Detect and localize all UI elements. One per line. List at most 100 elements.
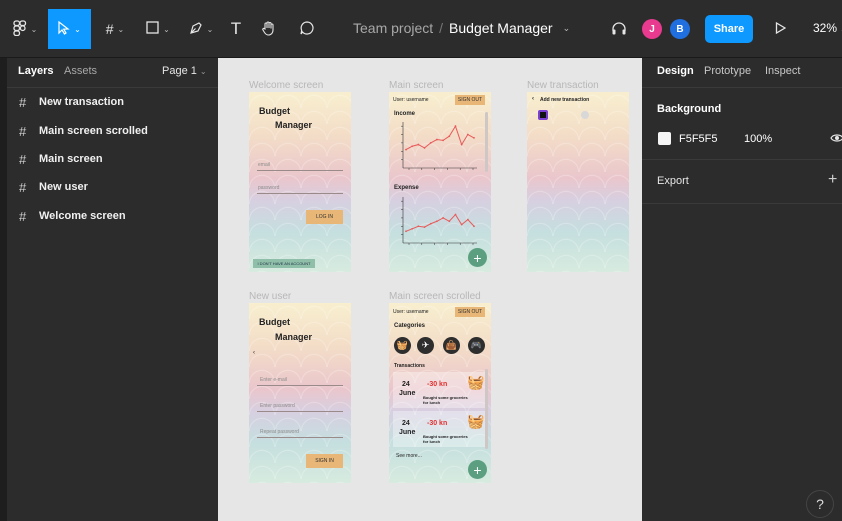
income-toggle[interactable] (581, 111, 589, 119)
pen-icon (189, 21, 203, 38)
data-point (448, 135, 451, 138)
toggle-indicator (540, 112, 546, 118)
layer-item[interactable]: # New transaction (19, 94, 124, 110)
audio-button[interactable] (608, 14, 630, 44)
plus-icon: + (473, 249, 482, 266)
frame-label[interactable]: Main screen scrolled (389, 291, 481, 302)
add-transaction-button[interactable]: + (468, 248, 487, 267)
move-tool-button[interactable]: ⌄ (48, 9, 91, 49)
tab-inspect[interactable]: Inspect (765, 65, 800, 77)
data-point (423, 147, 426, 149)
data-point (417, 143, 420, 146)
see-more-link[interactable]: See more... (396, 453, 422, 459)
background-color-swatch[interactable] (658, 132, 671, 145)
frame-main-screen[interactable]: User: username SIGN OUT Income Expense + (389, 92, 491, 272)
frame-new-user[interactable]: Budget Manager ‹ Enter e-mail Enter pass… (249, 303, 351, 483)
figma-logo-icon (12, 19, 27, 39)
list-item[interactable]: 24 June -30 kn Bought some groceries for… (393, 411, 485, 447)
user-label: User: username (393, 97, 429, 103)
help-button[interactable]: ? (806, 490, 834, 518)
scrollbar[interactable] (485, 112, 488, 172)
tab-prototype[interactable]: Prototype (704, 65, 751, 77)
zoom-level[interactable]: 32%⌄ (813, 21, 842, 35)
gaming-category-icon[interactable]: 🎮 (468, 337, 485, 354)
tab-layers[interactable]: Layers (18, 65, 53, 77)
headphones-icon (611, 21, 627, 38)
background-opacity-input[interactable]: 100% (744, 133, 772, 145)
login-button[interactable]: LOG IN (306, 210, 343, 224)
password-field[interactable]: password (258, 185, 279, 191)
layer-item[interactable]: # New user (19, 179, 88, 195)
frame-label[interactable]: Main screen (389, 80, 443, 91)
frame-label[interactable]: New transaction (527, 80, 599, 91)
no-account-button[interactable]: I DON'T HAVE AN ACCOUNT (253, 259, 315, 268)
eye-icon[interactable] (830, 132, 842, 147)
repeat-password-field[interactable]: Repeat password (260, 429, 299, 435)
comment-tool-button[interactable] (294, 14, 320, 44)
background-hex-input[interactable]: F5F5F5 (679, 133, 718, 145)
rectangle-icon (146, 21, 159, 37)
chevron-down-icon: ⌄ (199, 67, 207, 76)
main-menu-button[interactable]: ⌄ (7, 14, 43, 44)
data-point (417, 225, 420, 228)
plus-icon: + (473, 461, 482, 478)
sign-in-button[interactable]: SIGN IN (306, 454, 343, 468)
layer-item[interactable]: # Main screen (19, 151, 103, 167)
data-point (473, 136, 475, 139)
frame-welcome-screen[interactable]: Budget Manager email password LOG IN I D… (249, 92, 351, 272)
shape-tool-button[interactable]: ⌄ (140, 14, 176, 44)
back-icon[interactable]: ‹ (532, 96, 534, 102)
comment-icon (299, 20, 315, 39)
groceries-category-icon[interactable]: 🧺 (394, 337, 411, 354)
income-chart (401, 122, 477, 170)
app-title: Manager (275, 120, 313, 130)
expense-title: Expense (394, 185, 419, 191)
list-item[interactable]: 24 June -30 kn Bought some groceries for… (393, 372, 485, 408)
password-field[interactable]: Enter password (260, 403, 295, 409)
shopping-category-icon[interactable]: 👜 (443, 337, 460, 354)
chevron-down-icon[interactable]: ⌄ (563, 23, 571, 34)
layer-label: Welcome screen (39, 210, 126, 222)
frame-main-screen-scrolled[interactable]: User: username SIGN OUT Categories 🧺 ✈ 👜… (389, 303, 491, 483)
hand-tool-button[interactable] (256, 14, 282, 44)
frame-label[interactable]: Welcome screen (249, 80, 323, 91)
back-icon[interactable]: ‹ (253, 350, 255, 356)
data-point (454, 125, 457, 128)
sign-out-button[interactable]: SIGN OUT (455, 95, 485, 105)
breadcrumb-team[interactable]: Team project (353, 20, 433, 36)
page-selector[interactable]: Page 1 ⌄ (162, 65, 207, 77)
frame-icon: # (19, 94, 27, 110)
frame-tool-button[interactable]: # ⌄ (96, 14, 134, 44)
frame-new-transaction[interactable]: ‹ Add new transaction (527, 92, 629, 272)
avatar[interactable]: J (642, 19, 662, 39)
present-button[interactable] (770, 14, 790, 44)
tab-design[interactable]: Design (657, 65, 694, 77)
chevron-down-icon: ⌄ (206, 24, 214, 34)
email-field[interactable]: Enter e-mail (260, 377, 287, 383)
add-export-icon[interactable]: + (828, 171, 837, 189)
scrollbar[interactable] (485, 369, 488, 449)
divider (257, 193, 343, 194)
chevron-down-icon: ⌄ (30, 24, 38, 34)
tab-assets[interactable]: Assets (64, 65, 97, 77)
text-tool-button[interactable]: T (224, 14, 248, 44)
canvas[interactable]: Welcome screen Main screen New transacti… (218, 58, 642, 521)
sign-out-button[interactable]: SIGN OUT (455, 307, 485, 317)
travel-category-icon[interactable]: ✈ (417, 337, 434, 354)
file-name[interactable]: Budget Manager (449, 20, 553, 36)
pen-tool-button[interactable]: ⌄ (183, 14, 219, 44)
frame-label[interactable]: New user (249, 291, 291, 302)
expense-toggle[interactable] (538, 110, 548, 120)
share-button[interactable]: Share (705, 15, 753, 43)
divider (257, 437, 343, 438)
layer-item[interactable]: # Main screen scrolled (19, 123, 148, 139)
data-point (411, 227, 414, 230)
app-title: Manager (275, 332, 313, 342)
avatar[interactable]: B (670, 19, 690, 39)
email-field[interactable]: email (258, 162, 270, 168)
basket-icon: 🧺 (467, 374, 485, 390)
expense-chart (401, 197, 477, 245)
chevron-down-icon: ⌄ (117, 24, 125, 34)
add-transaction-button[interactable]: + (468, 460, 487, 479)
layer-item[interactable]: # Welcome screen (19, 208, 126, 224)
